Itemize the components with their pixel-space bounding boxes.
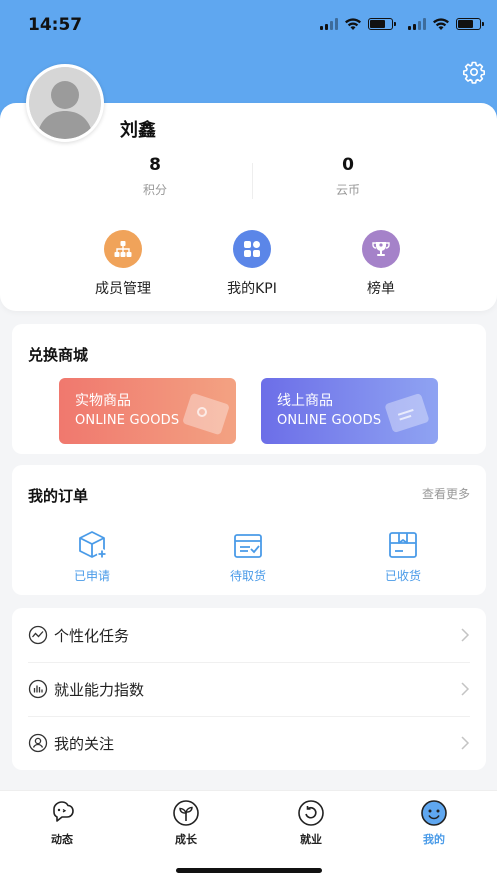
trophy-icon (362, 230, 400, 268)
physical-goods-title: 实物商品 (75, 393, 131, 409)
tab-growth-label: 成长 (175, 833, 197, 846)
gift-card-icon (183, 393, 229, 435)
org-chart-icon (104, 230, 142, 268)
order-pending-pickup-button[interactable]: 待取货 (198, 529, 298, 584)
status-bar: 14:57 (0, 0, 497, 50)
follow-icon (28, 733, 48, 753)
online-goods-button[interactable]: 线上商品 ONLINE GOODS (261, 378, 438, 444)
order-received-label: 已收货 (384, 569, 421, 583)
stat-points[interactable]: 8 积分 (55, 155, 255, 198)
received-box-icon (389, 532, 417, 558)
avatar[interactable] (26, 64, 104, 142)
battery-icon (368, 18, 396, 30)
orders-title: 我的订单 (28, 487, 89, 505)
order-applied-label: 已申请 (73, 569, 110, 583)
stat-points-label: 积分 (142, 183, 167, 197)
mall-card: 兑换商城 实物商品 ONLINE GOODS 线上商品 ONLINE GOODS (12, 324, 486, 454)
order-applied-button[interactable]: 已申请 (42, 529, 142, 584)
status-time: 14:57 (28, 15, 83, 35)
orders-card: 我的订单 查看更多 已申请 待取货 已收货 (12, 465, 486, 595)
menu-card: 个性化任务 就业能力指数 我的关注 (12, 608, 486, 770)
stat-coins-value: 0 (342, 155, 354, 175)
trend-icon (28, 625, 48, 645)
menu-item-label: 个性化任务 (54, 626, 130, 645)
tab-mine[interactable]: 我的 (394, 799, 474, 847)
physical-goods-subtitle: ONLINE GOODS (75, 413, 180, 428)
wifi-icon (433, 18, 449, 30)
home-indicator (176, 868, 322, 873)
gear-icon[interactable] (462, 60, 486, 84)
bar-chart-icon (28, 679, 48, 699)
menu-item-personalized-tasks[interactable]: 个性化任务 (28, 608, 470, 662)
signal-icon (320, 18, 338, 30)
menu-item-label: 我的关注 (54, 734, 115, 753)
tab-employment-label: 就业 (300, 833, 322, 846)
default-avatar-icon (29, 67, 101, 139)
menu-item-my-follows[interactable]: 我的关注 (28, 716, 470, 770)
order-received-button[interactable]: 已收货 (353, 529, 453, 584)
mall-title: 兑换商城 (28, 346, 89, 364)
my-kpi-label: 我的KPI (227, 281, 277, 297)
pickup-box-icon (234, 534, 262, 558)
user-name: 刘鑫 (120, 120, 156, 141)
stat-coins[interactable]: 0 云币 (248, 155, 448, 198)
leaderboard-button[interactable]: 榜单 (331, 230, 431, 298)
status-icons-left (320, 17, 396, 31)
online-goods-subtitle: ONLINE GOODS (277, 413, 382, 428)
status-icons-right (408, 17, 484, 31)
chevron-right-icon (461, 682, 470, 696)
leaderboard-label: 榜单 (367, 281, 395, 297)
tab-dynamic[interactable]: 动态 (22, 799, 102, 847)
signal-icon (408, 18, 426, 30)
coupon-icon (385, 393, 429, 433)
physical-goods-button[interactable]: 实物商品 ONLINE GOODS (59, 378, 236, 444)
menu-item-label: 就业能力指数 (54, 680, 145, 699)
grid-icon (233, 230, 271, 268)
online-goods-title: 线上商品 (277, 393, 333, 409)
menu-item-employability-index[interactable]: 就业能力指数 (28, 662, 470, 716)
smile-icon (421, 800, 447, 826)
dynamic-icon (53, 801, 74, 822)
order-pending-pickup-label: 待取货 (229, 569, 266, 583)
sprout-icon (173, 800, 199, 826)
tab-employment[interactable]: 就业 (271, 799, 351, 847)
my-kpi-button[interactable]: 我的KPI (202, 230, 302, 298)
employment-icon (298, 800, 324, 826)
box-plus-icon (79, 531, 107, 559)
tab-mine-label: 我的 (423, 833, 445, 846)
chevron-right-icon (461, 736, 470, 750)
chevron-right-icon (461, 628, 470, 642)
view-more-link[interactable]: 查看更多 (422, 485, 470, 502)
stat-points-value: 8 (149, 155, 161, 175)
battery-icon (456, 18, 484, 30)
member-management-button[interactable]: 成员管理 (73, 230, 173, 298)
stat-coins-label: 云币 (335, 183, 360, 197)
tab-dynamic-label: 动态 (51, 833, 73, 846)
tab-growth[interactable]: 成长 (146, 799, 226, 847)
member-management-label: 成员管理 (95, 281, 151, 297)
wifi-icon (345, 18, 361, 30)
